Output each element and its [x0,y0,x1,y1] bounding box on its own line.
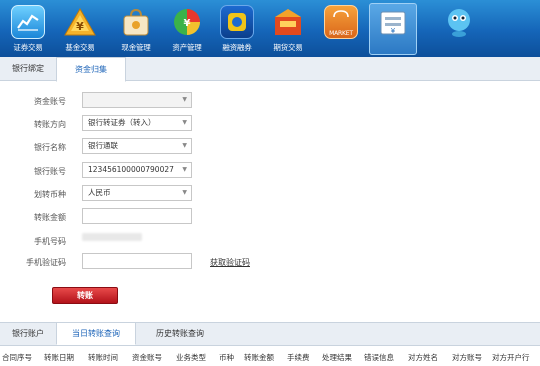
market-text: MARKET [329,30,353,37]
toolbar-label: 证券交易 [13,43,43,52]
toolbar-label: 融资融券 [222,43,252,52]
column-header[interactable]: 错误信息 [364,352,394,363]
column-header[interactable]: 转账时间 [88,352,118,363]
account-label: 资金账号 [34,97,66,106]
svg-text:¥: ¥ [184,18,191,29]
phone-label: 手机号码 [34,237,66,246]
tab-bank-binding[interactable]: 银行绑定 [0,57,56,81]
column-header[interactable]: 对方账号 [452,352,482,363]
column-header[interactable]: 转账日期 [44,352,74,363]
get-code-link[interactable]: 获取验证码 [210,257,250,268]
toolbar-asset-management[interactable]: ¥ 资产管理 [163,3,211,55]
direction-select[interactable]: 银行转证券（转入） ▼ [82,115,192,131]
futures-box-icon [271,5,305,39]
bank-account-label: 银行账号 [34,167,66,176]
pie-chart-icon: ¥ [170,5,204,39]
code-input[interactable] [82,253,192,269]
chevron-down-icon: ▼ [182,166,187,173]
bank-transfer-icon: ¥ [376,6,410,40]
column-header[interactable]: 转账金额 [244,352,274,363]
phone-value-masked [82,233,142,241]
account-select[interactable]: ▼ [82,92,192,108]
assistant-icon [442,5,476,39]
table-header-row: 合同序号 转账日期 转账时间 资金账号 业务类型 币种 转账金额 手续费 处理结… [0,352,540,366]
tab-today-transfer-query[interactable]: 当日转账查询 [56,322,136,345]
code-label: 手机验证码 [26,258,66,267]
currency-label: 划转币种 [34,190,66,199]
main-toolbar: 证券交易 ¥ 基金交易 现金管理 ¥ 资产管理 融资融券 期货交易 MARKET… [0,0,540,57]
bank-name-value: 银行通联 [88,141,118,150]
svg-text:¥: ¥ [76,20,84,33]
column-header[interactable]: 处理结果 [322,352,352,363]
tab-bank-account[interactable]: 银行账户 [0,323,56,345]
toolbar-bank-transfer[interactable]: ¥ [369,3,417,55]
column-header[interactable]: 手续费 [287,352,310,363]
chevron-down-icon: ▼ [182,96,187,103]
tab-fund-collection[interactable]: 资金归集 [56,57,126,82]
currency-value: 人民币 [88,188,111,197]
bank-account-value: 123456100000790027 [88,165,174,174]
direction-label: 转账方向 [34,120,66,129]
column-header[interactable]: 业务类型 [176,352,206,363]
bank-name-select[interactable]: 银行通联 ▼ [82,138,192,154]
amount-label: 转账金额 [34,213,66,222]
toolbar-label: 现金管理 [121,43,151,52]
chevron-down-icon: ▼ [182,189,187,196]
toolbar-securities-trade[interactable]: 证券交易 [4,3,52,55]
column-header[interactable]: 对方姓名 [408,352,438,363]
query-tabs: 银行账户 当日转账查询 历史转账查询 [0,322,540,346]
toolbar-market[interactable]: MARKET [317,3,365,55]
svg-text:¥: ¥ [391,27,396,35]
transfer-button[interactable]: 转账 [52,287,118,304]
chevron-down-icon: ▼ [182,142,187,149]
amount-input[interactable] [82,208,192,224]
toolbar-cash-management[interactable]: 现金管理 [112,3,160,55]
currency-select[interactable]: 人民币 ▼ [82,185,192,201]
toolbar-futures-trade[interactable]: 期货交易 [264,3,312,55]
cash-bag-icon [119,5,153,39]
toolbar-label: 资产管理 [172,43,202,52]
toolbar-label: 期货交易 [273,43,303,52]
transfer-tabs: 银行绑定 资金归集 [0,57,540,82]
bank-name-label: 银行名称 [34,143,66,152]
bank-account-select[interactable]: 123456100000790027 ▼ [82,162,192,178]
toolbar-margin-trading[interactable]: 融资融券 [213,3,261,55]
toolbar-fund-trade[interactable]: ¥ 基金交易 [56,3,104,55]
toolbar-assistant[interactable] [435,3,483,55]
column-header[interactable]: 资金账号 [132,352,162,363]
margin-icon [220,5,254,39]
chart-icon [11,5,45,39]
toolbar-label: 基金交易 [65,43,95,52]
tab-history-transfer-query[interactable]: 历史转账查询 [140,323,220,345]
fund-icon: ¥ [63,5,97,39]
direction-value: 银行转证券（转入） [88,118,156,127]
column-header[interactable]: 币种 [219,352,234,363]
column-header[interactable]: 合同序号 [2,352,32,363]
column-header[interactable]: 对方开户行 [492,352,530,363]
chevron-down-icon: ▼ [182,119,187,126]
